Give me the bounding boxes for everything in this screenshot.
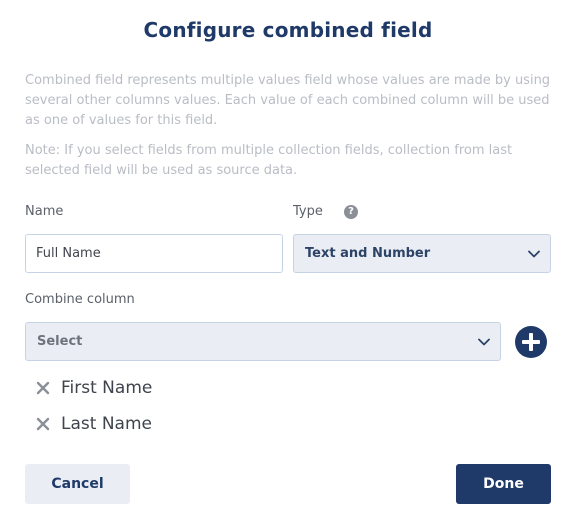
chevron-down-icon — [478, 338, 490, 345]
done-button[interactable]: Done — [456, 464, 551, 504]
combine-column-select[interactable]: Select — [25, 322, 501, 361]
remove-icon[interactable] — [36, 417, 50, 431]
combined-column-item: First Name — [36, 378, 152, 398]
type-label: Type — [293, 204, 323, 219]
question-icon[interactable]: ? — [344, 205, 358, 219]
dialog-description: Combined field represents multiple value… — [25, 73, 551, 128]
type-select-value: Text and Number — [305, 246, 431, 261]
combined-column-label: First Name — [61, 378, 153, 398]
name-label: Name — [25, 204, 64, 219]
configure-combined-field-dialog: Configure combined field Combined field … — [0, 0, 576, 528]
type-select[interactable]: Text and Number — [293, 234, 551, 273]
combine-select-placeholder: Select — [37, 334, 83, 349]
combined-column-item: Last Name — [36, 414, 152, 434]
dialog-note: Note: If you select fields from multiple… — [25, 143, 513, 178]
cancel-button[interactable]: Cancel — [25, 464, 130, 504]
name-input[interactable]: Full Name — [25, 234, 283, 273]
remove-icon[interactable] — [36, 381, 50, 395]
chevron-down-icon — [528, 250, 540, 257]
combine-column-label: Combine column — [25, 292, 135, 307]
combined-column-label: Last Name — [61, 414, 152, 434]
dialog-title: Configure combined field — [143, 18, 433, 42]
add-column-button[interactable] — [515, 326, 547, 358]
